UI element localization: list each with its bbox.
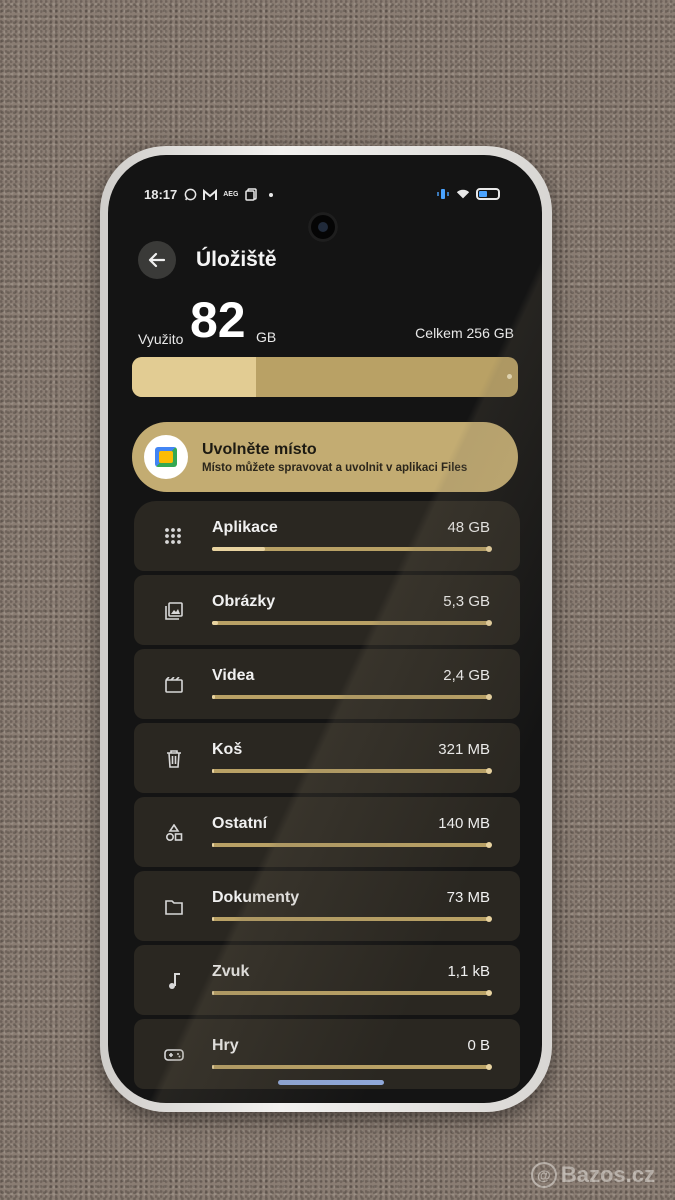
category-usage-fill	[212, 843, 215, 847]
app-header: Úložiště	[138, 240, 277, 280]
category-usage-fill	[212, 917, 215, 921]
free-up-space-card[interactable]: Uvolněte místo Místo můžete spravovat a …	[132, 422, 518, 492]
category-usage-bar	[212, 620, 492, 626]
category-row-zvuk[interactable]: Zvuk 1,1 kB	[134, 945, 520, 1015]
front-camera	[308, 212, 338, 242]
category-name: Hry	[212, 1037, 239, 1054]
category-bar-end-dot	[486, 1064, 492, 1070]
category-bar-end-dot	[486, 694, 492, 700]
category-size: 1,1 kB	[447, 963, 490, 980]
promo-subtitle: Místo můžete spravovat a uvolnit v aplik…	[202, 461, 468, 474]
category-name: Ostatní	[212, 815, 268, 832]
category-bar-end-dot	[486, 990, 492, 996]
watermark-logo-icon: @	[530, 1162, 557, 1188]
category-name: Aplikace	[212, 519, 278, 536]
category-row-aplikace[interactable]: Aplikace 48 GB	[134, 501, 520, 571]
trash-icon	[162, 747, 186, 771]
promo-title: Uvolněte místo	[202, 440, 317, 458]
total-storage: Celkem 256 GB	[415, 325, 514, 341]
apps-grid-icon	[162, 525, 186, 549]
category-usage-bar	[212, 694, 492, 700]
category-name: Dokumenty	[212, 889, 300, 906]
category-list: Aplikace 48 GB Obrázky 5,3 GB Videa 2,4 GB Koš…	[134, 501, 520, 1093]
category-usage-fill	[212, 1065, 215, 1069]
category-usage-bar	[212, 990, 492, 996]
category-name: Zvuk	[212, 963, 250, 980]
status-bar: 18:17 AEG	[108, 185, 542, 242]
page-title: Úložiště	[196, 248, 277, 271]
wifi-icon	[456, 187, 470, 201]
category-row-hry[interactable]: Hry 0 B	[134, 1019, 520, 1089]
used-label: Využito	[138, 331, 184, 347]
category-size: 48 GB	[447, 519, 490, 536]
category-size: 140 MB	[438, 815, 490, 832]
category-name: Koš	[212, 741, 243, 758]
category-row-videa[interactable]: Videa 2,4 GB	[134, 649, 520, 719]
storage-usage-fill	[132, 357, 256, 397]
dot-icon	[264, 188, 278, 202]
vibrate-icon	[436, 187, 450, 201]
category-size: 73 MB	[446, 889, 490, 906]
category-row-koš[interactable]: Koš 321 MB	[134, 723, 520, 793]
aeg-icon: AEG	[223, 191, 239, 198]
gmail-icon	[203, 188, 218, 202]
category-usage-fill	[212, 621, 218, 625]
category-size: 5,3 GB	[443, 593, 490, 610]
files-app-icon	[144, 435, 188, 479]
category-name: Videa	[212, 667, 255, 684]
category-row-obrázky[interactable]: Obrázky 5,3 GB	[134, 575, 520, 645]
home-indicator[interactable]	[278, 1080, 384, 1085]
category-bar-end-dot	[486, 842, 492, 848]
category-row-ostatní[interactable]: Ostatní 140 MB	[134, 797, 520, 867]
category-usage-bar	[212, 546, 492, 552]
music-note-icon	[162, 969, 186, 993]
category-usage-fill	[212, 695, 215, 699]
category-row-dokumenty[interactable]: Dokumenty 73 MB	[134, 871, 520, 941]
copy-icon	[244, 188, 258, 202]
category-usage-bar	[212, 768, 492, 774]
watermark-text: Bazos.cz	[560, 1162, 655, 1187]
watermark: @ Bazos.cz	[530, 1162, 655, 1188]
category-usage-fill	[212, 769, 215, 773]
folder-icon	[162, 895, 186, 919]
shapes-icon	[162, 821, 186, 845]
category-usage-fill	[212, 547, 265, 551]
category-bar-end-dot	[486, 768, 492, 774]
category-size: 321 MB	[438, 741, 490, 758]
used-value: 82	[190, 292, 246, 348]
gamepad-icon	[162, 1043, 186, 1067]
used-unit: GB	[256, 329, 277, 345]
category-size: 2,4 GB	[443, 667, 490, 684]
battery-icon	[476, 188, 500, 200]
arrow-left-icon	[148, 252, 166, 268]
storage-bar-end-dot	[507, 374, 512, 379]
category-bar-end-dot	[486, 620, 492, 626]
category-name: Obrázky	[212, 593, 276, 610]
storage-summary: Využito 82 GB Celkem 256 GB	[138, 295, 514, 355]
status-time: 18:17	[144, 187, 178, 202]
storage-usage-bar	[132, 357, 518, 397]
video-icon	[162, 673, 186, 697]
category-usage-bar	[212, 916, 492, 922]
category-bar-end-dot	[486, 546, 492, 552]
category-bar-end-dot	[486, 916, 492, 922]
images-icon	[162, 599, 186, 623]
back-button[interactable]	[138, 241, 176, 279]
category-size: 0 B	[467, 1037, 490, 1054]
category-usage-bar	[212, 842, 492, 848]
whatsapp-icon	[183, 188, 197, 202]
category-usage-fill	[212, 991, 215, 995]
category-usage-bar	[212, 1064, 492, 1070]
phone-screen: 18:17 AEG Úložiště Využito 82 GB Celkem …	[108, 155, 542, 1103]
